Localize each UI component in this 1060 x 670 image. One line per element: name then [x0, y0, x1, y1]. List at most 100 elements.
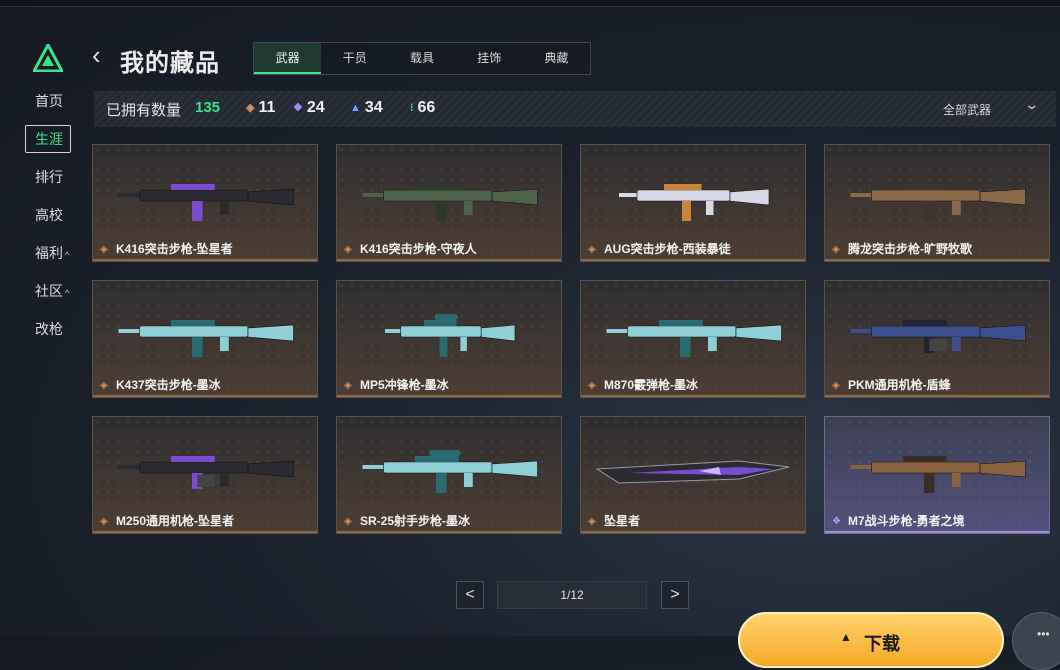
- orange-rarity-icon: ◈: [344, 244, 352, 255]
- weapon-name: PKM通用机枪-盾蜂: [848, 378, 951, 392]
- rarity-count-blue: ▲ 34: [350, 99, 383, 117]
- sidebar-item-label: 改枪: [35, 321, 63, 337]
- tab-weapons[interactable]: 武器: [254, 43, 322, 74]
- orange-rarity-icon: ◈: [588, 380, 596, 391]
- weapon-image: [362, 450, 538, 493]
- weapon-image: [850, 456, 1026, 493]
- weapon-card[interactable]: ◈ K416突击步枪-守夜人: [336, 144, 562, 262]
- orange-rarity-icon: ◈: [100, 380, 108, 391]
- rarity-stripe: [337, 259, 561, 261]
- sidebar-item-label: 排行: [35, 169, 63, 185]
- sidebar-item-college[interactable]: 高校: [22, 202, 76, 240]
- sidebar-item-welfare[interactable]: 福利 ^: [22, 240, 76, 278]
- orange-rarity-icon: ◈: [344, 380, 352, 391]
- tab-operators[interactable]: 干员: [321, 43, 388, 74]
- back-arrow-icon[interactable]: ‹: [92, 40, 101, 71]
- rarity-stripe: [825, 259, 1049, 261]
- sidebar-item-gunsmith[interactable]: 改枪: [22, 316, 76, 354]
- weapon-name: MP5冲锋枪-墨冰: [360, 378, 449, 392]
- orange-rarity-icon: ◈: [100, 244, 108, 255]
- weapon-name: K437突击步枪-墨冰: [116, 378, 221, 392]
- rarity-count-value: 66: [417, 99, 436, 116]
- orange-rarity-icon: ◈: [832, 380, 840, 391]
- weapon-card[interactable]: ◈ K416突击步枪-坠星者: [92, 144, 318, 262]
- weapon-card[interactable]: ❖ M7战斗步枪-勇者之境: [824, 416, 1050, 534]
- page-indicator: 1/12: [497, 581, 647, 609]
- weapon-card[interactable]: ◈ K437突击步枪-墨冰: [92, 280, 318, 398]
- orange-rarity-icon: ◈: [588, 244, 596, 255]
- purple-rarity-icon: ❖: [832, 516, 841, 527]
- rarity-stripe: [825, 395, 1049, 397]
- page-title: 我的藏品: [120, 50, 220, 77]
- weapon-image: [619, 184, 770, 221]
- weapon-name: 腾龙突击步枪-旷野牧歌: [848, 242, 972, 256]
- weapon-image: [850, 320, 1026, 353]
- weapon-image: [362, 184, 538, 221]
- logo-icon[interactable]: [33, 44, 63, 72]
- rarity-stripe: [581, 259, 805, 261]
- rarity-count-value: 11: [258, 99, 276, 116]
- sidebar-item-label: 社区: [35, 283, 63, 299]
- sidebar-item-home[interactable]: 首页: [22, 88, 76, 126]
- orange-rarity-icon: ◈: [588, 516, 596, 527]
- orange-diamond-icon: ◈: [246, 102, 255, 114]
- weapon-card[interactable]: ◈ AUG突击步枪-西装暴徒: [580, 144, 806, 262]
- weapon-image: [850, 184, 1026, 221]
- purple-diamond-icon: ❖: [293, 102, 303, 114]
- green-dots-icon: ⁝: [410, 102, 414, 114]
- weapon-card[interactable]: ◈ MP5冲锋枪-墨冰: [336, 280, 562, 398]
- download-button-label: 下载: [864, 634, 900, 654]
- sidebar-item-label: 高校: [35, 207, 63, 223]
- tab-vehicles[interactable]: 载具: [388, 43, 455, 74]
- orange-rarity-icon: ◈: [100, 516, 108, 527]
- sidebar-item-label: 生涯: [35, 131, 63, 147]
- weapon-name: K416突击步枪-守夜人: [360, 242, 477, 256]
- owned-label: 已拥有数量: [106, 102, 182, 119]
- rarity-stripe: [337, 531, 561, 533]
- more-dots-icon: •••: [1037, 627, 1050, 641]
- weapon-image: [606, 320, 782, 357]
- weapon-card[interactable]: ◈ M250通用机枪-坠星者: [92, 416, 318, 534]
- weapon-card[interactable]: ◈ 坠星者: [580, 416, 806, 534]
- prev-page-button[interactable]: <: [456, 581, 484, 609]
- weapon-card[interactable]: ◈ 腾龙突击步枪-旷野牧歌: [824, 144, 1050, 262]
- rarity-count-orange: ◈ 11: [246, 99, 275, 117]
- collection-stats-bar: 已拥有数量 135 ◈ 11 ❖ 24 ▲ 34 ⁝ 66 全部武器 ⌄: [94, 91, 1056, 127]
- chevron-up-icon: ^: [65, 250, 70, 260]
- weapon-filter-dropdown[interactable]: 全部武器: [943, 101, 991, 118]
- download-button[interactable]: ▲ 下载: [738, 612, 1004, 668]
- weapon-card[interactable]: ◈ PKM通用机枪-盾蜂: [824, 280, 1050, 398]
- next-page-button[interactable]: >: [661, 581, 689, 609]
- rarity-stripe: [581, 395, 805, 397]
- weapon-name: AUG突击步枪-西装暴徒: [604, 242, 731, 256]
- tab-charms[interactable]: 挂饰: [456, 43, 523, 74]
- weapon-image: [118, 456, 294, 489]
- sidebar-item-ranking[interactable]: 排行: [22, 164, 76, 202]
- sidebar-nav: 首页 生涯 排行 高校 福利 ^ 社区 ^ 改枪: [22, 88, 76, 354]
- weapon-name: SR-25射手步枪-墨冰: [360, 514, 471, 528]
- rarity-count-value: 34: [364, 99, 383, 116]
- weapon-name: M7战斗步枪-勇者之境: [848, 514, 965, 528]
- weapon-image: [595, 460, 790, 484]
- rarity-stripe: [581, 531, 805, 533]
- top-bar: [0, 0, 1060, 7]
- orange-rarity-icon: ◈: [344, 516, 352, 527]
- tab-collection[interactable]: 典藏: [523, 43, 590, 74]
- chevron-down-icon[interactable]: ⌄: [1024, 96, 1040, 113]
- rarity-count-green: ⁝ 66: [410, 99, 435, 117]
- weapon-name: K416突击步枪-坠星者: [116, 242, 233, 256]
- weapon-name: M250通用机枪-坠星者: [116, 514, 235, 528]
- weapon-card[interactable]: ◈ SR-25射手步枪-墨冰: [336, 416, 562, 534]
- weapon-image: [385, 314, 516, 357]
- weapon-image: [118, 184, 294, 221]
- chevron-up-icon: ^: [65, 288, 70, 298]
- owned-count: 135: [195, 99, 221, 116]
- triangle-icon: ▲: [840, 630, 852, 644]
- sidebar-item-community[interactable]: 社区 ^: [22, 278, 76, 316]
- more-button[interactable]: •••: [1012, 612, 1060, 670]
- category-tabs: 武器 干员 载具 挂饰 典藏: [253, 42, 591, 75]
- rarity-stripe: [93, 259, 317, 261]
- weapon-name: 坠星者: [604, 514, 641, 528]
- weapon-card[interactable]: ◈ M870霰弹枪-墨冰: [580, 280, 806, 398]
- sidebar-item-career[interactable]: 生涯: [22, 125, 76, 164]
